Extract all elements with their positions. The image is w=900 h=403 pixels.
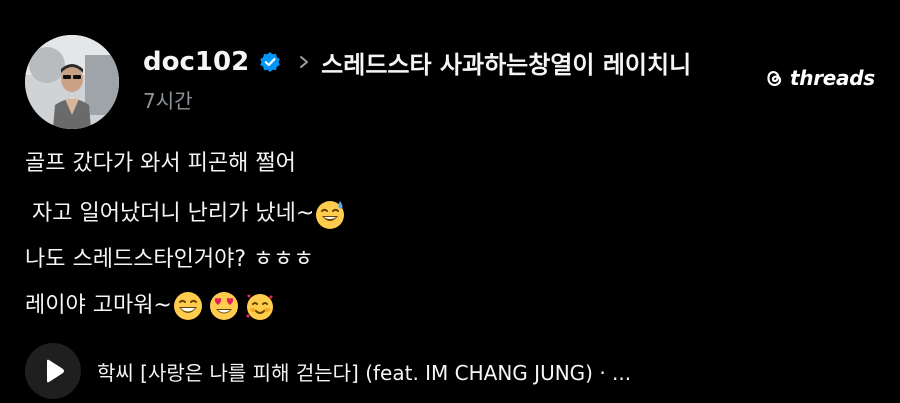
threads-logo-icon (767, 71, 782, 87)
threads-brand: threads (763, 66, 875, 90)
post-timestamp: 7시간 (143, 89, 193, 113)
music-play-button[interactable] (25, 343, 81, 399)
grinning-emoji-icon (173, 292, 202, 320)
grinning-sweat-emoji-icon (316, 201, 345, 229)
chevron-right-icon (300, 56, 309, 68)
music-track-title[interactable]: 학씨 [사랑은 나를 피해 걷는다] (feat. IM CHANG JUNG)… (97, 357, 897, 386)
post-text-line: 골프 갔다가 와서 피곤해 쩔어 (25, 148, 296, 180)
post-text: 골프 갔다가 와서 피곤해 쩔어 (25, 151, 296, 176)
post-text: 레이야 고마워~ (25, 293, 172, 318)
heart-eyes-emoji-icon (209, 292, 238, 320)
brand-name: threads (790, 66, 875, 90)
username[interactable]: doc102 (143, 47, 249, 77)
avatar-photo (25, 35, 119, 129)
post-text-line: 레이야 고마워~ (25, 290, 276, 322)
post-text: 나도 스레드스타인거야? ㅎㅎㅎ (25, 247, 314, 272)
post-text: 자고 일어났더니 난리가 났네~ (25, 201, 315, 226)
play-icon (47, 359, 64, 383)
post-text-line: 나도 스레드스타인거야? ㅎㅎㅎ (25, 244, 314, 276)
verified-badge-icon (260, 52, 280, 72)
smiling-hearts-emoji-icon (246, 294, 273, 320)
post-text-line: 자고 일어났더니 난리가 났네~ (25, 198, 346, 230)
avatar[interactable] (25, 35, 119, 129)
post-header: doc102 스레드스타 사과하는창열이 레이치니 (143, 42, 691, 82)
community-name[interactable]: 스레드스타 사과하는창열이 레이치니 (321, 45, 691, 80)
